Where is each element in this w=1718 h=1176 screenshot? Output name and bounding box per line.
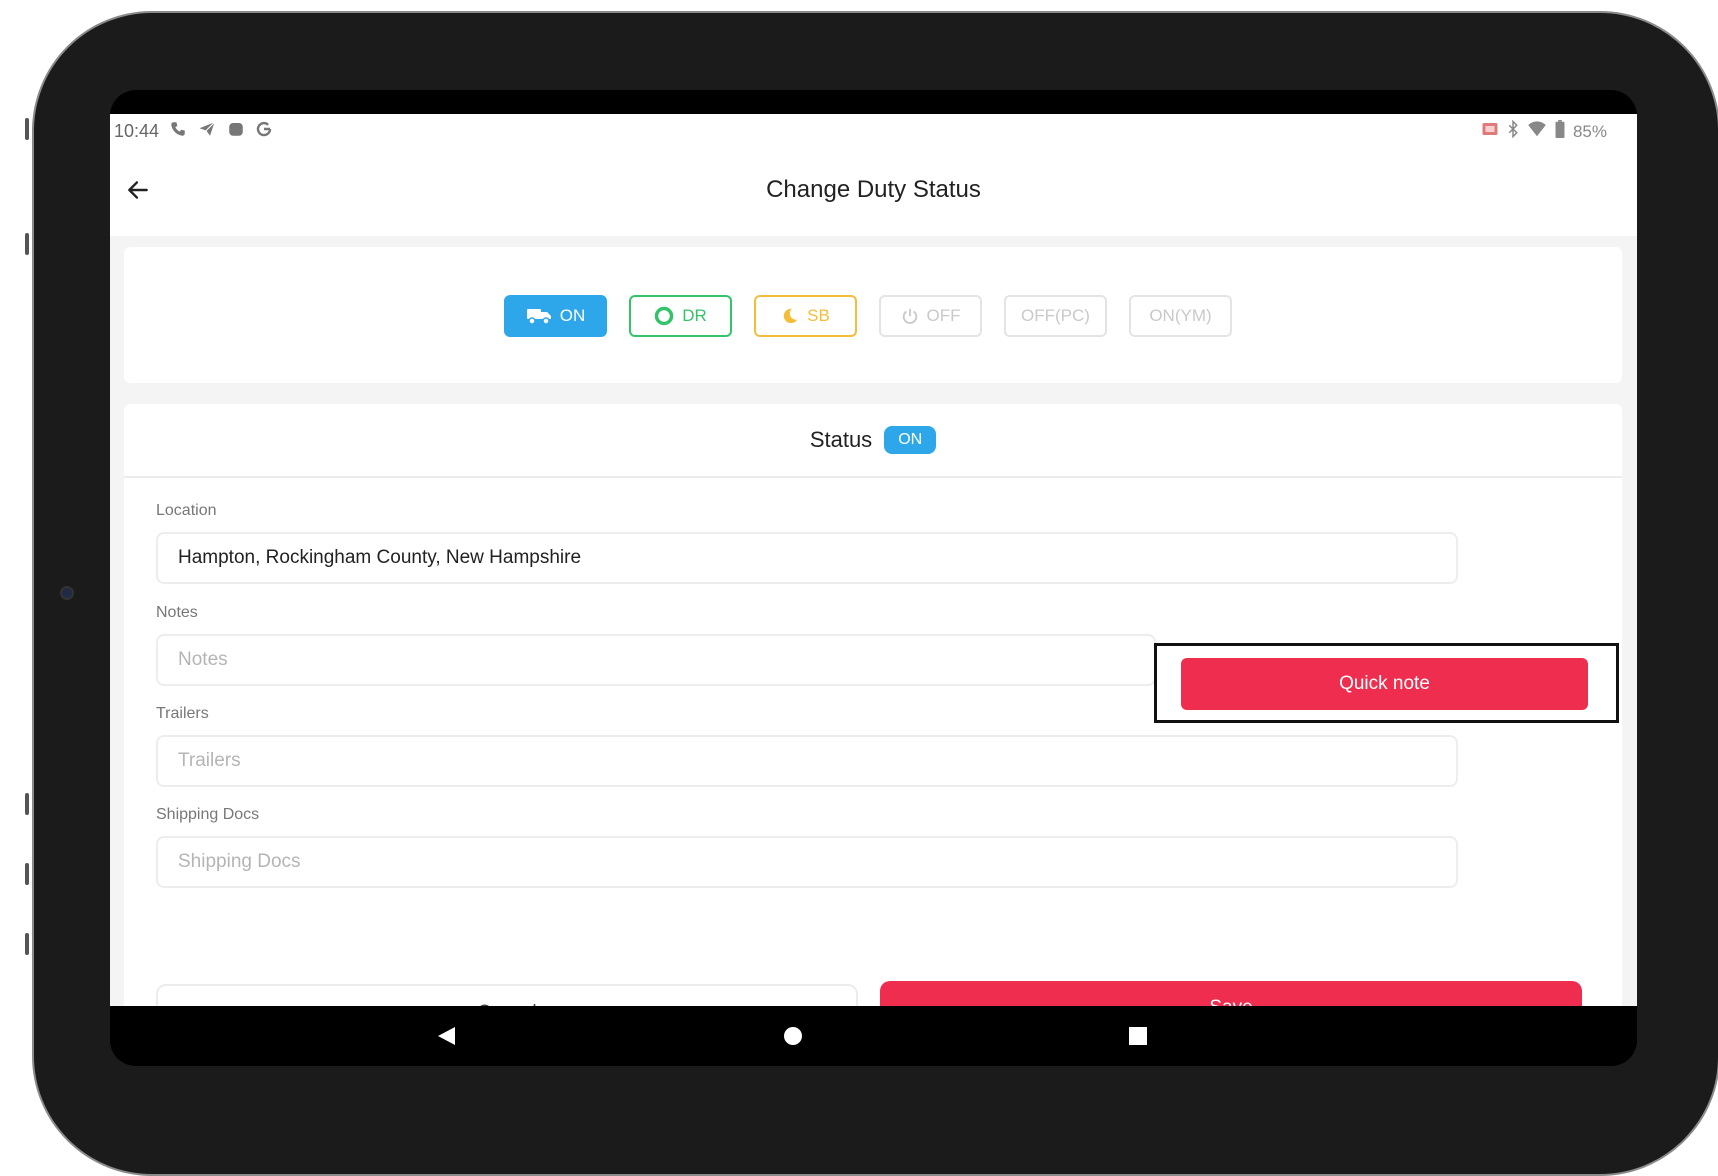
nav-recents-button[interactable] [1122,1020,1154,1052]
shipping-docs-input[interactable] [156,836,1458,888]
android-nav-bar [110,1006,1637,1066]
cancel-button[interactable]: Cancel [156,984,858,1006]
quick-note-button[interactable]: Quick note [1181,658,1588,710]
triangle-back-icon [438,1027,455,1045]
trailers-input[interactable] [156,735,1458,787]
send-icon [197,120,217,143]
chip-off-pc[interactable]: OFF(PC) [1004,295,1107,337]
save-button[interactable]: Save [880,981,1582,1006]
square-recents-icon [1129,1027,1147,1045]
circle-home-icon [784,1027,802,1045]
google-icon [255,120,273,143]
system-status-bar: 10:44 85% [110,114,1637,150]
chip-dr[interactable]: DR [629,295,732,337]
side-button [25,233,29,255]
clock: 10:44 [114,121,160,141]
ring-icon [654,306,674,326]
shipping-docs-label: Shipping Docs [156,806,260,823]
chip-label: OFF(PC) [1021,306,1090,325]
notes-input[interactable] [156,634,1156,686]
location-input[interactable] [156,532,1458,584]
bluetooth-icon [1507,119,1519,143]
cast-icon [1481,121,1499,142]
battery-icon [1555,120,1565,143]
front-camera [60,586,74,600]
app-icon [227,120,245,143]
chip-label: ON(YM) [1149,306,1212,325]
truck-icon [526,309,551,325]
side-button [25,118,29,140]
app-bar: Change Duty Status [110,150,1637,236]
trailers-label: Trailers [156,705,209,722]
screen: 10:44 85% Change Duty Status ON DR SB OF… [110,90,1637,1066]
chip-on[interactable]: ON [504,295,607,337]
moon-icon [783,308,798,324]
chip-on-ym[interactable]: ON(YM) [1129,295,1232,337]
app-screen: 10:44 85% Change Duty Status ON DR SB OF… [110,114,1637,1006]
chip-label: ON [559,306,586,325]
duty-status-chips: ON DR SB OFF OFF(PC) ON(YM) [504,295,1232,337]
side-button [25,793,29,815]
phone-icon [169,120,187,143]
side-button [25,863,29,885]
chip-sb[interactable]: SB [754,295,857,337]
power-icon [902,308,917,324]
nav-home-button[interactable] [777,1020,809,1052]
chip-label: DR [682,306,707,325]
page-title: Change Duty Status [766,176,981,203]
nav-back-button[interactable] [430,1020,462,1052]
status-label: Status [809,427,873,452]
wifi-icon [1527,121,1547,142]
duty-status-card: ON DR SB OFF OFF(PC) ON(YM) [124,247,1622,383]
location-label: Location [156,502,217,519]
notes-label: Notes [156,604,198,621]
chip-label: SB [807,306,830,325]
battery-percent: 85% [1572,121,1607,141]
chip-off[interactable]: OFF [879,295,982,337]
side-button [25,933,29,955]
chip-label: OFF [926,306,961,325]
status-header: Status ON [124,404,1622,478]
status-badge: ON [884,426,937,454]
